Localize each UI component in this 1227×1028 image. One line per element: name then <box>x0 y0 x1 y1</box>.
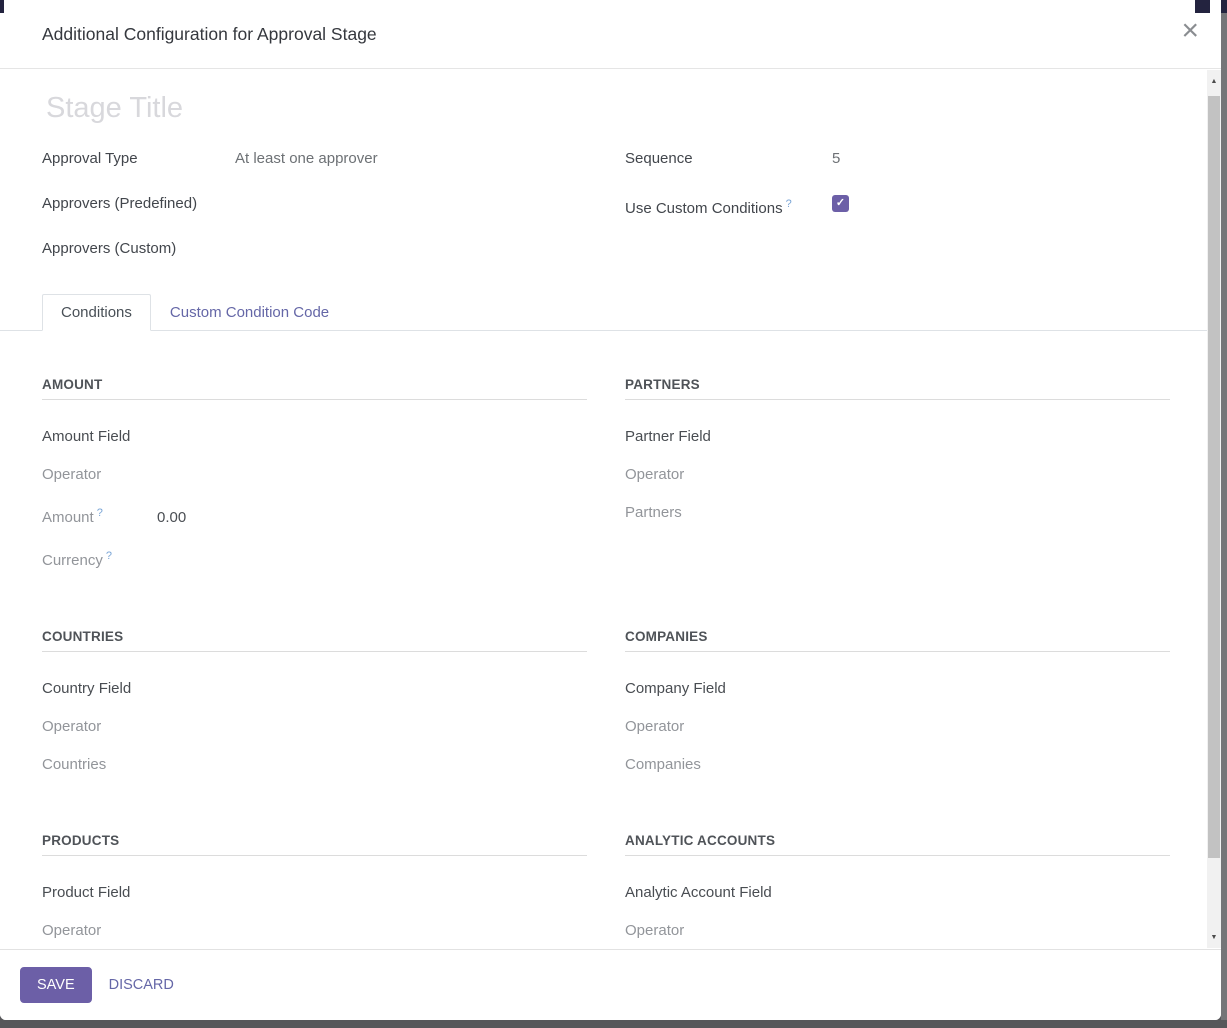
sequence-value[interactable]: 5 <box>832 149 840 169</box>
top-form: Approval Type At least one approver Appr… <box>0 131 1211 284</box>
field-approval-type[interactable]: Approval Type At least one approver <box>42 149 587 169</box>
field-amount-field[interactable]: Amount Field <box>42 427 587 447</box>
approval-type-value[interactable]: At least one approver <box>235 149 378 169</box>
checkmark-icon: ✓ <box>836 198 845 209</box>
field-approvers-predefined[interactable]: Approvers (Predefined) <box>42 194 587 214</box>
top-form-right-column: Sequence 5 Use Custom Conditions? ✓ <box>625 149 1170 284</box>
top-form-left-column: Approval Type At least one approver Appr… <box>42 149 587 284</box>
use-custom-conditions-checkbox[interactable]: ✓ <box>832 195 849 212</box>
sequence-label: Sequence <box>625 149 832 169</box>
amount-value[interactable]: 0.00 <box>157 508 186 528</box>
backdrop-navbar-sliver-left <box>0 0 4 13</box>
dialog-body: Approval Type At least one approver Appr… <box>0 70 1211 949</box>
field-analytic-operator[interactable]: Operator <box>625 921 1170 941</box>
field-partners[interactable]: Partners <box>625 503 1170 523</box>
field-country-operator[interactable]: Operator <box>42 717 587 737</box>
field-amount-operator[interactable]: Operator <box>42 465 587 485</box>
field-amount[interactable]: Amount? 0.00 <box>42 503 587 528</box>
help-icon: ? <box>106 550 112 562</box>
field-product-field[interactable]: Product Field <box>42 883 587 903</box>
section-products: PRODUCTS Product Field Operator Products <box>42 833 587 949</box>
stage-title-input[interactable] <box>42 86 742 131</box>
approvers-predefined-label: Approvers (Predefined) <box>42 194 235 214</box>
scrollbar-thumb[interactable] <box>1208 96 1220 858</box>
field-analytic-account-field[interactable]: Analytic Account Field <box>625 883 1170 903</box>
section-amount-title: AMOUNT <box>42 377 587 400</box>
tab-conditions[interactable]: Conditions <box>42 294 151 331</box>
save-button[interactable]: SAVE <box>20 967 92 1003</box>
section-partners-title: PARTNERS <box>625 377 1170 400</box>
field-companies[interactable]: Companies <box>625 755 1170 775</box>
field-approvers-custom[interactable]: Approvers (Custom) <box>42 239 587 259</box>
section-countries: COUNTRIES Country Field Operator Countri… <box>42 629 587 793</box>
notebook-tabbar: Conditions Custom Condition Code <box>0 294 1211 331</box>
section-partners: PARTNERS Partner Field Operator Partners <box>625 377 1170 589</box>
section-countries-title: COUNTRIES <box>42 629 587 652</box>
field-country-field[interactable]: Country Field <box>42 679 587 699</box>
backdrop-strip-right <box>1221 0 1227 1020</box>
help-icon: ? <box>97 507 103 519</box>
approval-stage-dialog: Additional Configuration for Approval St… <box>0 0 1221 1020</box>
scroll-up-icon[interactable]: ▲ <box>1207 74 1221 88</box>
tab-custom-condition-code[interactable]: Custom Condition Code <box>151 294 348 331</box>
conditions-panel: AMOUNT Amount Field Operator Amount? 0.0… <box>0 331 1211 949</box>
dialog-title: Additional Configuration for Approval St… <box>42 24 377 44</box>
vertical-scrollbar[interactable]: ▲ ▼ <box>1207 70 1221 948</box>
section-analytic-accounts: ANALYTIC ACCOUNTS Analytic Account Field… <box>625 833 1170 949</box>
help-icon: ? <box>786 198 792 210</box>
field-sequence[interactable]: Sequence 5 <box>625 149 1170 169</box>
dialog-header: Additional Configuration for Approval St… <box>0 0 1221 69</box>
close-icon[interactable]: × <box>1181 16 1199 46</box>
approvers-custom-label: Approvers (Custom) <box>42 239 235 259</box>
scroll-down-icon[interactable]: ▼ <box>1207 930 1221 944</box>
field-partner-field[interactable]: Partner Field <box>625 427 1170 447</box>
approval-type-label: Approval Type <box>42 149 235 169</box>
discard-button[interactable]: DISCARD <box>109 977 174 993</box>
dialog-footer: SAVE DISCARD <box>0 949 1221 1020</box>
section-products-title: PRODUCTS <box>42 833 587 856</box>
field-partner-operator[interactable]: Operator <box>625 465 1170 485</box>
section-companies-title: COMPANIES <box>625 629 1170 652</box>
use-custom-conditions-label: Use Custom Conditions? <box>625 194 832 219</box>
field-product-operator[interactable]: Operator <box>42 921 587 941</box>
section-companies: COMPANIES Company Field Operator Compani… <box>625 629 1170 793</box>
field-currency[interactable]: Currency? <box>42 546 587 571</box>
field-company-field[interactable]: Company Field <box>625 679 1170 699</box>
section-amount: AMOUNT Amount Field Operator Amount? 0.0… <box>42 377 587 589</box>
field-company-operator[interactable]: Operator <box>625 717 1170 737</box>
field-use-custom-conditions: Use Custom Conditions? ✓ <box>625 194 1170 219</box>
field-countries[interactable]: Countries <box>42 755 587 775</box>
backdrop-navbar-sliver-right <box>1195 0 1210 13</box>
section-analytic-accounts-title: ANALYTIC ACCOUNTS <box>625 833 1170 856</box>
